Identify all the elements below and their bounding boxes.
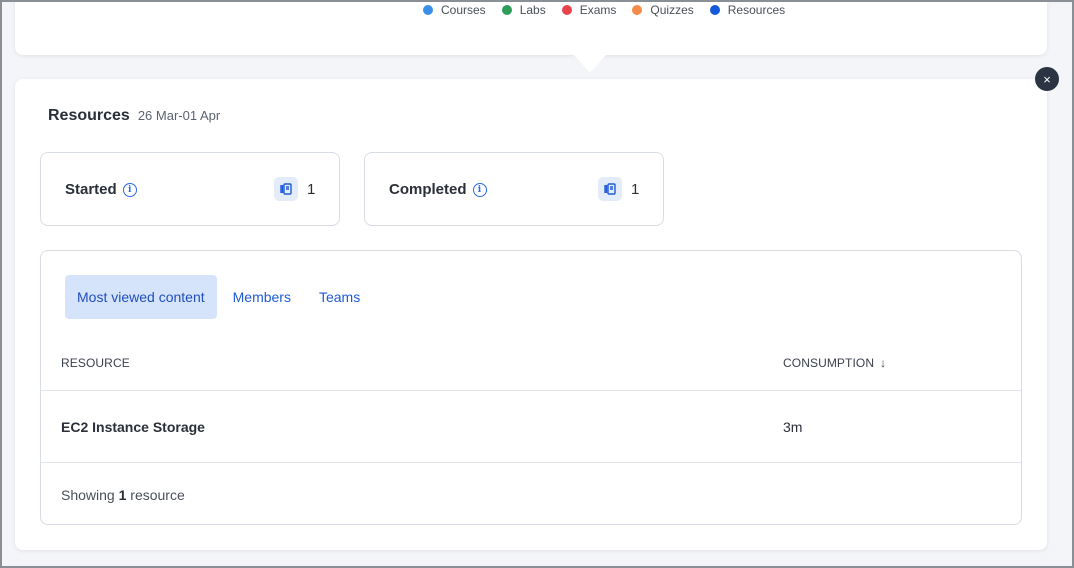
- table-row-resource-name[interactable]: EC2 Instance Storage: [61, 419, 205, 435]
- completed-label-wrap: Completed i: [389, 181, 487, 198]
- header-divider: [41, 390, 1021, 391]
- legend-label: Courses: [441, 3, 486, 17]
- column-header-resource[interactable]: RESOURCE: [61, 356, 130, 370]
- completed-value-wrap: 1: [598, 177, 639, 201]
- popover-pointer: [574, 55, 606, 73]
- legend-dot-quizzes: [632, 5, 643, 15]
- legend-label: Resources: [727, 3, 786, 17]
- sort-arrow-down-icon: ↓: [880, 356, 887, 370]
- legend-item-exams[interactable]: Exams: [561, 3, 617, 17]
- row-divider: [41, 462, 1021, 463]
- legend-label: Exams: [579, 3, 617, 17]
- popover-title: Resources: [48, 107, 130, 124]
- resource-book-icon: [274, 177, 298, 201]
- started-value-wrap: 1: [274, 177, 315, 201]
- column-header-label: CONSUMPTION: [783, 356, 875, 370]
- started-stat-card: Started i 1: [40, 152, 340, 226]
- completed-stat-card: Completed i 1: [364, 152, 664, 226]
- started-value: 1: [307, 180, 316, 198]
- legend-dot-resources: [709, 5, 720, 15]
- chart-legend: Courses Labs Exams Quizzes Resources: [423, 3, 785, 17]
- started-label-wrap: Started i: [65, 181, 137, 198]
- table-row-consumption: 3m: [783, 419, 803, 435]
- results-prefix: Showing: [61, 487, 115, 503]
- info-icon[interactable]: i: [472, 182, 487, 197]
- completed-label: Completed: [389, 181, 467, 198]
- column-header-label: RESOURCE: [61, 356, 130, 370]
- popover-header: Resources 26 Mar-01 Apr: [48, 107, 220, 125]
- close-icon: ×: [1043, 71, 1051, 87]
- results-number: 1: [118, 487, 127, 503]
- legend-dot-exams: [561, 5, 572, 15]
- legend-item-quizzes[interactable]: Quizzes: [632, 3, 694, 17]
- tab-teams[interactable]: Teams: [307, 275, 372, 319]
- legend-item-labs[interactable]: Labs: [501, 3, 546, 17]
- legend-item-resources[interactable]: Resources: [709, 3, 786, 17]
- close-button[interactable]: ×: [1035, 67, 1059, 91]
- chart-card: Courses Labs Exams Quizzes Resources: [15, 0, 1047, 55]
- results-suffix: resource: [130, 487, 185, 503]
- column-header-consumption[interactable]: CONSUMPTION ↓: [783, 356, 886, 370]
- legend-label: Labs: [519, 3, 546, 17]
- started-label: Started: [65, 181, 117, 198]
- results-count: Showing 1 resource: [61, 487, 185, 503]
- completed-value: 1: [631, 180, 640, 198]
- resources-detail-popover: Resources 26 Mar-01 Apr Started i 1 Comp…: [15, 79, 1047, 550]
- date-range: 26 Mar-01 Apr: [137, 108, 221, 123]
- legend-dot-labs: [501, 5, 512, 15]
- tab-most-viewed-content[interactable]: Most viewed content: [65, 275, 217, 319]
- legend-item-courses[interactable]: Courses: [423, 3, 486, 17]
- info-icon[interactable]: i: [122, 182, 137, 197]
- tab-members[interactable]: Members: [221, 275, 303, 319]
- legend-dot-courses: [423, 5, 433, 15]
- resource-book-icon: [598, 177, 622, 201]
- content-panel: Most viewed content Members Teams RESOUR…: [40, 250, 1022, 525]
- tab-bar: Most viewed content Members Teams: [65, 275, 372, 319]
- legend-label: Quizzes: [650, 3, 694, 17]
